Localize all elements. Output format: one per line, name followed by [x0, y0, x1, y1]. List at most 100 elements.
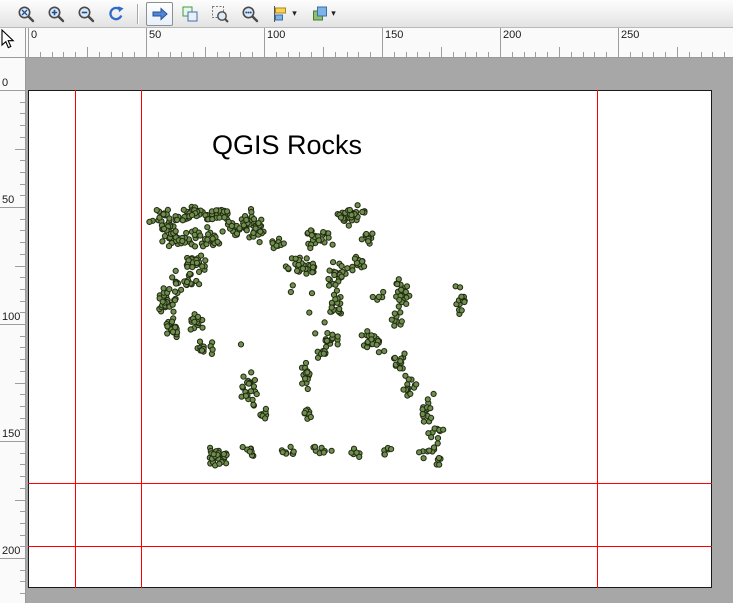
ruler-tick	[677, 47, 678, 57]
align-items-button[interactable]: ▾	[266, 2, 302, 26]
ruler-label: 50	[149, 29, 161, 41]
move-item-content-button[interactable]	[146, 2, 173, 26]
zoom-out-button[interactable]	[72, 2, 99, 26]
ruler-tick	[583, 52, 584, 57]
ruler-tick	[20, 523, 25, 524]
group-items-button[interactable]	[176, 2, 203, 26]
ruler-label: 200	[2, 545, 20, 557]
zoom-in-icon	[46, 4, 66, 24]
zoom-to-selection-button[interactable]	[206, 2, 233, 26]
ruler-tick	[240, 52, 241, 57]
ruler-tick	[20, 195, 25, 196]
ruler-label: 0	[31, 29, 37, 41]
ruler-tick	[488, 52, 489, 57]
ruler-tick	[653, 52, 654, 57]
ruler-label: 200	[503, 29, 521, 41]
composer-label-item[interactable]: QGIS Rocks	[212, 130, 362, 161]
ruler-tick	[264, 28, 265, 57]
ruler-tick	[20, 125, 25, 126]
guide-horizontal[interactable]	[28, 546, 712, 547]
ruler-tick	[0, 207, 25, 208]
ruler-tick	[276, 52, 277, 57]
ruler-tick	[288, 52, 289, 57]
zoom-actual-size-button[interactable]	[236, 2, 263, 26]
guide-vertical[interactable]	[141, 90, 142, 588]
ruler-vertical[interactable]: 050100150200	[0, 58, 26, 603]
ruler-tick	[547, 52, 548, 57]
ruler-tick	[712, 52, 713, 57]
ruler-tick	[20, 137, 25, 138]
chevron-down-icon: ▾	[292, 9, 297, 18]
ruler-tick	[417, 52, 418, 57]
raise-items-button[interactable]: ▾	[305, 2, 341, 26]
composition-canvas[interactable]: QGIS Rocks	[26, 58, 733, 603]
ruler-tick	[20, 347, 25, 348]
ruler-tick	[20, 371, 25, 372]
ruler-tick	[299, 52, 300, 57]
ruler-tick	[370, 52, 371, 57]
ruler-tick	[205, 47, 206, 57]
ruler-tick	[87, 47, 88, 57]
zoom-out-icon	[76, 4, 96, 24]
ruler-tick	[441, 47, 442, 57]
ruler-tick	[512, 52, 513, 57]
ruler-tick	[229, 52, 230, 57]
ruler-tick	[20, 570, 25, 571]
ruler-tick	[217, 52, 218, 57]
guide-vertical[interactable]	[597, 90, 598, 588]
ruler-tick	[15, 383, 25, 384]
ruler-corner	[0, 28, 26, 58]
ruler-tick	[193, 52, 194, 57]
ruler-tick	[15, 149, 25, 150]
ruler-tick	[158, 52, 159, 57]
ruler-tick	[20, 160, 25, 161]
ruler-horizontal[interactable]: 050100150200250	[26, 28, 733, 58]
ruler-tick	[20, 102, 25, 103]
ruler-tick	[724, 52, 725, 57]
ruler-tick	[429, 52, 430, 57]
ruler-tick	[252, 52, 253, 57]
guide-vertical[interactable]	[75, 90, 76, 588]
ruler-tick	[20, 359, 25, 360]
ruler-tick	[20, 277, 25, 278]
ruler-label: 50	[2, 194, 14, 206]
zoom-full-button[interactable]	[12, 2, 39, 26]
ruler-tick	[665, 52, 666, 57]
ruler-tick	[689, 52, 690, 57]
ruler-label: 100	[2, 311, 20, 323]
ruler-tick	[181, 52, 182, 57]
ruler-tick	[394, 52, 395, 57]
composer-page[interactable]	[28, 90, 712, 588]
ruler-tick	[20, 254, 25, 255]
align-items-icon	[271, 4, 291, 24]
guide-horizontal[interactable]	[28, 483, 712, 484]
zoom-in-button[interactable]	[42, 2, 69, 26]
ruler-tick	[20, 230, 25, 231]
ruler-tick	[20, 546, 25, 547]
ruler-tick	[146, 28, 147, 57]
ruler-tick	[122, 52, 123, 57]
zoom-full-icon	[16, 4, 36, 24]
ruler-tick	[630, 52, 631, 57]
ruler-tick	[347, 52, 348, 57]
ruler-tick	[20, 219, 25, 220]
ruler-tick	[20, 488, 25, 489]
ruler-tick	[606, 52, 607, 57]
refresh-button[interactable]	[102, 2, 129, 26]
ruler-tick	[20, 242, 25, 243]
ruler-tick	[358, 52, 359, 57]
zoom-to-selection-icon	[210, 4, 230, 24]
refresh-icon	[106, 4, 126, 24]
ruler-tick	[0, 324, 25, 325]
ruler-tick	[20, 406, 25, 407]
ruler-tick	[382, 28, 383, 57]
raise-items-icon	[310, 4, 330, 24]
toolbar-separator	[137, 4, 138, 24]
move-item-content-icon	[150, 4, 170, 24]
ruler-tick	[20, 312, 25, 313]
ruler-label: 0	[2, 77, 8, 89]
ruler-tick	[52, 52, 53, 57]
ruler-tick	[594, 52, 595, 57]
ruler-tick	[618, 28, 619, 57]
ruler-tick	[701, 52, 702, 57]
